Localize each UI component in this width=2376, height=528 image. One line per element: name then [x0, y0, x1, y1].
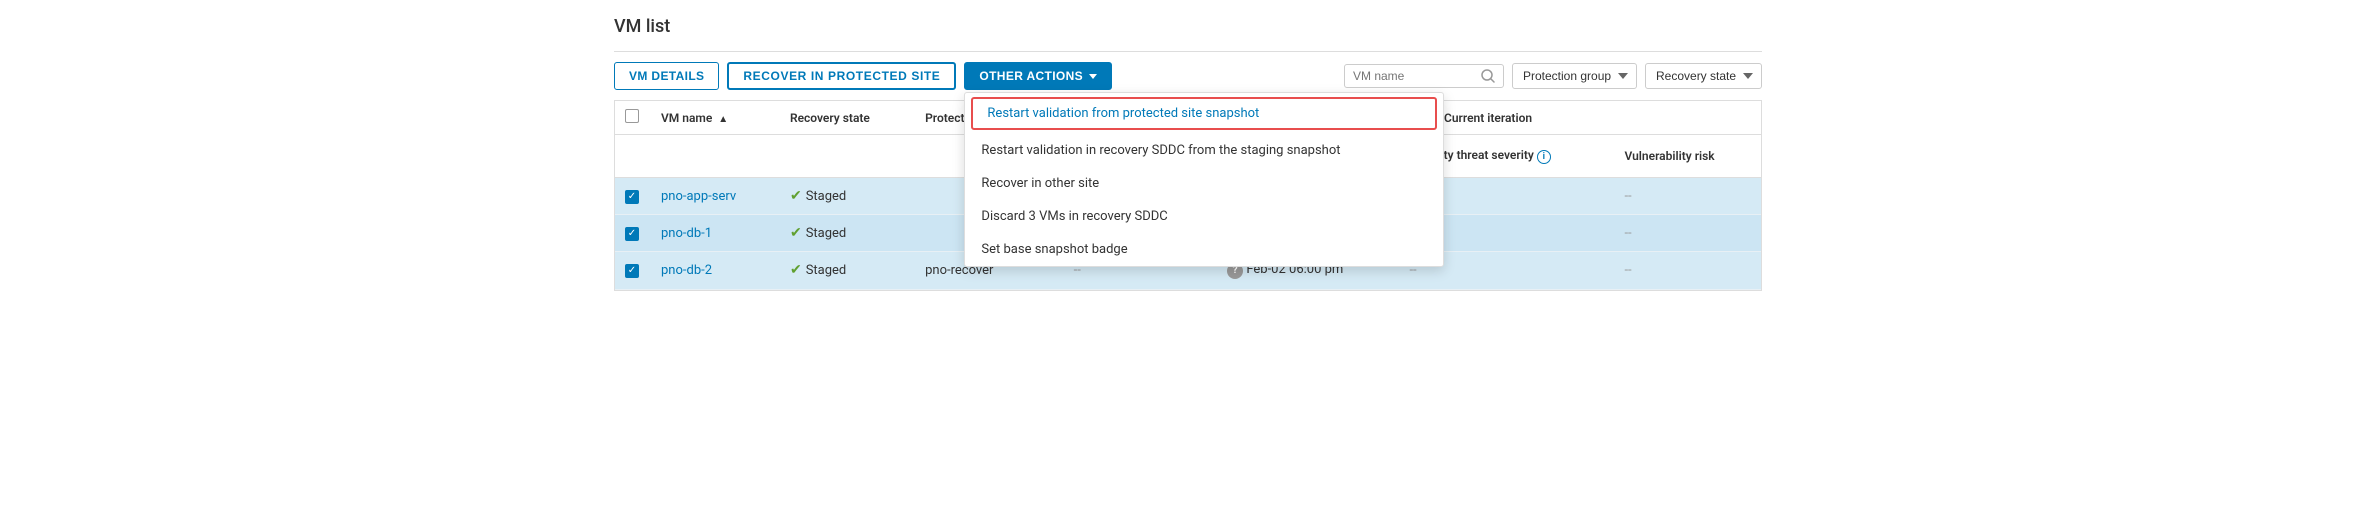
staged-badge: ✔ Staged [790, 188, 846, 204]
toolbar: VM DETAILS RECOVER IN PROTECTED SITE OTH… [614, 51, 1762, 101]
search-container [1344, 64, 1504, 88]
vm-link[interactable]: pno-db-1 [661, 226, 712, 241]
other-actions-button[interactable]: OTHER ACTIONS [964, 62, 1112, 90]
sort-arrow-icon: ▲ [718, 114, 728, 125]
checkbox-checked-icon [625, 190, 639, 204]
row3-checkbox[interactable] [615, 252, 649, 290]
subheader-empty-2 [649, 135, 778, 178]
staged-icon: ✔ [790, 262, 802, 278]
protection-group-filter[interactable]: Protection group [1512, 63, 1637, 89]
subheader-empty-1 [615, 135, 649, 178]
row1-recovery-state: ✔ Staged [778, 178, 913, 215]
row2-vm-name: pno-db-1 [649, 215, 778, 252]
row2-vulnerability-risk: -- [1612, 215, 1761, 252]
recovery-state-filter[interactable]: Recovery state [1645, 63, 1762, 89]
search-icon [1481, 69, 1495, 83]
page-container: VM list VM DETAILS RECOVER IN PROTECTED … [594, 0, 1782, 307]
staged-badge: ✔ Staged [790, 262, 846, 278]
dropdown-item-recover-other[interactable]: Recover in other site [965, 167, 1443, 200]
vm-link[interactable]: pno-db-2 [661, 263, 712, 278]
row3-vm-name: pno-db-2 [649, 252, 778, 290]
dropdown-item-set-base[interactable]: Set base snapshot badge [965, 233, 1443, 266]
header-recovery-state: Recovery state [778, 101, 913, 135]
vm-link[interactable]: pno-app-serv [661, 189, 736, 204]
header-checkbox-col [615, 101, 649, 135]
recover-protected-button[interactable]: RECOVER IN PROTECTED SITE [727, 62, 956, 90]
other-actions-label: OTHER ACTIONS [979, 69, 1083, 83]
dropdown-item-restart-recovery[interactable]: Restart validation in recovery SDDC from… [965, 134, 1443, 167]
checkbox-checked-icon [625, 264, 639, 278]
staged-icon: ✔ [790, 225, 802, 241]
checkbox-checked-icon [625, 227, 639, 241]
staged-icon: ✔ [790, 188, 802, 204]
other-actions-dropdown: Restart validation from protected site s… [964, 92, 1444, 267]
row2-recovery-state: ✔ Staged [778, 215, 913, 252]
subheader-empty-3 [778, 135, 913, 178]
row1-checkbox[interactable] [615, 178, 649, 215]
header-checkbox[interactable] [625, 109, 639, 123]
info-icon[interactable]: i [1537, 150, 1551, 164]
vm-details-button[interactable]: VM DETAILS [614, 62, 719, 90]
row1-vm-name: pno-app-serv [649, 178, 778, 215]
row3-recovery-state: ✔ Staged [778, 252, 913, 290]
dropdown-item-discard-vms[interactable]: Discard 3 VMs in recovery SDDC [965, 200, 1443, 233]
staged-badge: ✔ Staged [790, 225, 846, 241]
row3-vulnerability-risk: -- [1612, 252, 1761, 290]
row1-vulnerability-risk: -- [1612, 178, 1761, 215]
header-vm-name[interactable]: VM name ▲ [649, 101, 778, 135]
header-vulnerability-risk: Vulnerability risk [1612, 135, 1761, 178]
page-title: VM list [614, 16, 1762, 37]
other-actions-wrapper: OTHER ACTIONS Restart validation from pr… [964, 62, 1112, 90]
dropdown-item-restart-validation[interactable]: Restart validation from protected site s… [971, 97, 1437, 130]
search-input[interactable] [1353, 69, 1475, 83]
row2-checkbox[interactable] [615, 215, 649, 252]
chevron-down-icon [1089, 74, 1097, 79]
